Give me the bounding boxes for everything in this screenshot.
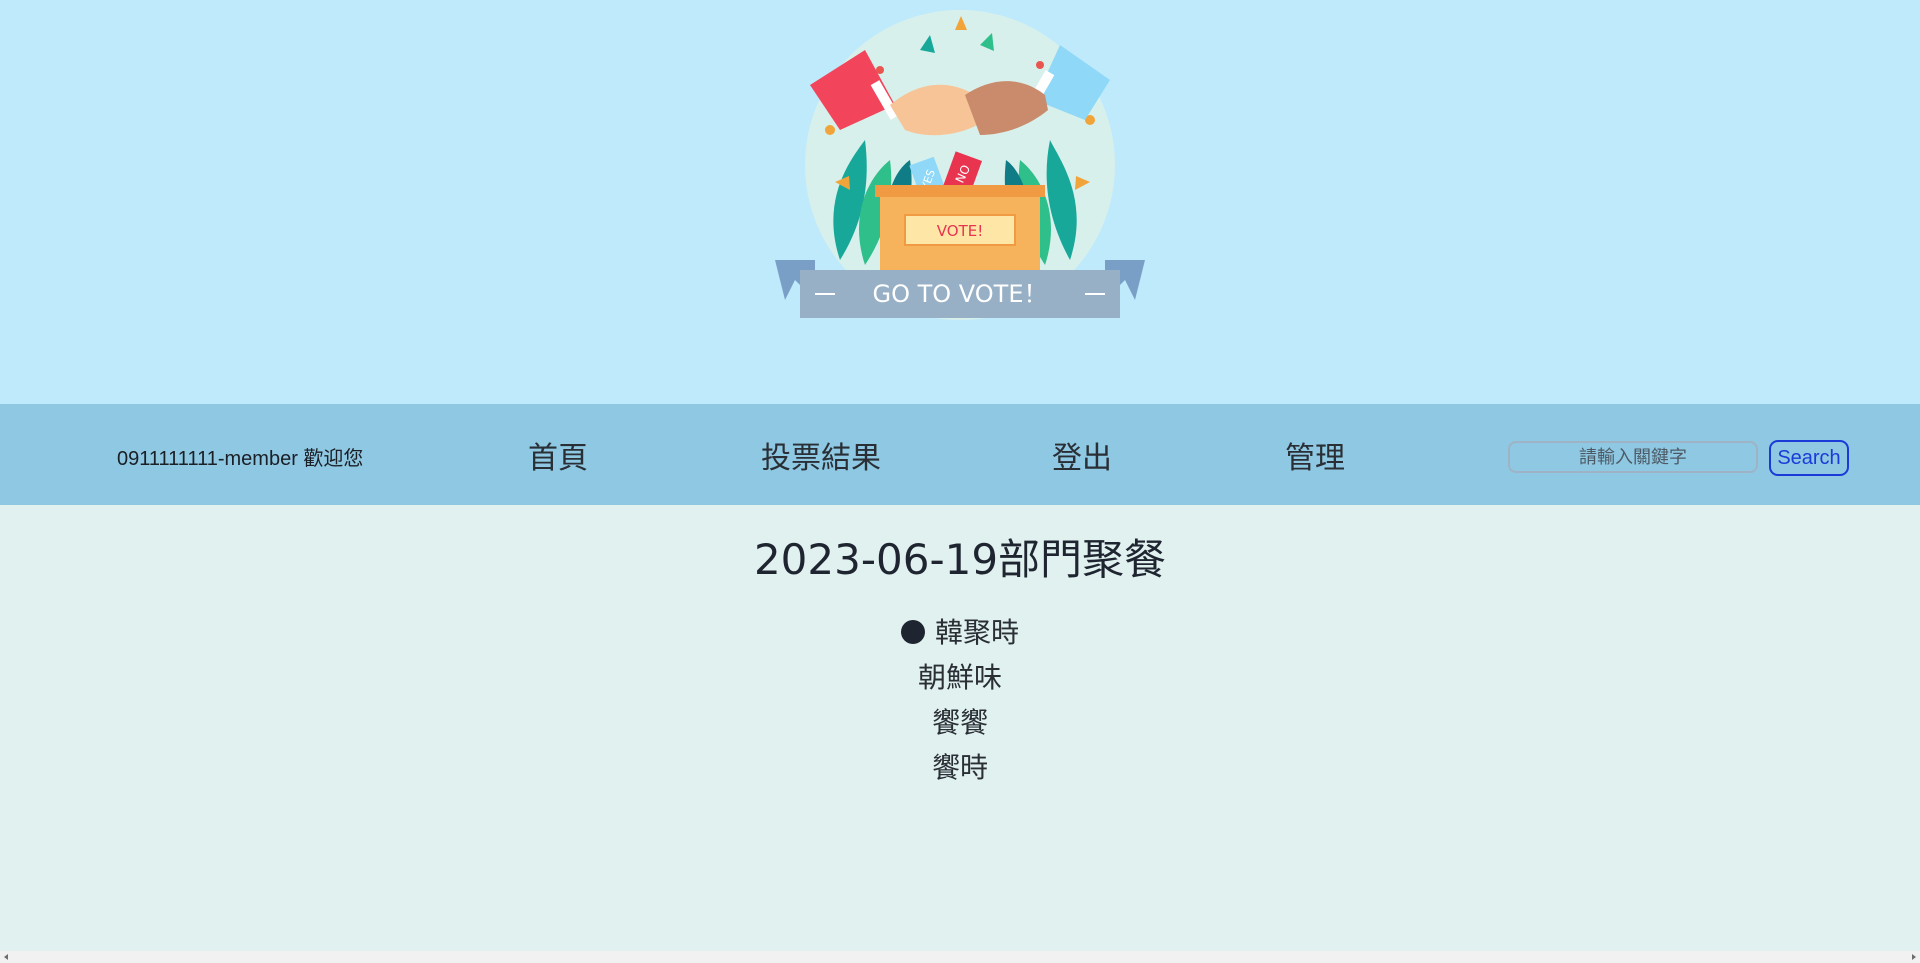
event-title: 2023-06-19部門聚餐 <box>753 535 1167 584</box>
vote-option-label: 饗饗 <box>931 706 988 739</box>
nav-link-logout[interactable]: 登出 <box>1052 433 1112 477</box>
vote-option-3[interactable]: 饗饗 <box>0 700 1920 745</box>
vote-option-1[interactable]: 韓聚時 <box>0 610 1920 655</box>
nav-link-vote-results[interactable]: 投票結果 <box>761 433 881 477</box>
search-button[interactable]: Search <box>1769 440 1849 476</box>
vote-option-label: 朝鮮味 <box>917 661 1002 694</box>
page: YES NO VOTE! GO TO VOTE！ 0911111111-memb… <box>0 0 1920 963</box>
vote-option-4[interactable]: 饗時 <box>0 745 1920 790</box>
nav-link-admin[interactable]: 管理 <box>1285 433 1345 477</box>
nav-link-home[interactable]: 首頁 <box>528 433 588 477</box>
vote-logo[interactable]: YES NO VOTE! GO TO VOTE！ <box>770 10 1150 330</box>
horizontal-scrollbar[interactable] <box>0 951 1920 963</box>
vote-option-2[interactable]: 朝鮮味 <box>0 655 1920 700</box>
vote-option-label: 韓聚時 <box>934 616 1019 649</box>
vote-handshake-icon: YES NO VOTE! GO TO VOTE！ <box>775 10 1145 320</box>
scroll-right-arrow-icon[interactable] <box>1912 954 1916 960</box>
header-banner: YES NO VOTE! GO TO VOTE！ <box>0 0 1920 404</box>
vote-options-list: 韓聚時 朝鮮味 饗饗 饗時 <box>0 610 1920 790</box>
vote-box-label: VOTE! <box>937 222 983 240</box>
welcome-text: 0911111111-member 歡迎您 <box>117 448 364 470</box>
radio-selected-icon[interactable] <box>900 620 925 644</box>
ribbon-text: GO TO VOTE！ <box>872 280 1047 308</box>
scroll-left-arrow-icon[interactable] <box>4 954 8 960</box>
search-input[interactable] <box>1508 441 1758 473</box>
vote-option-label: 饗時 <box>931 751 988 784</box>
